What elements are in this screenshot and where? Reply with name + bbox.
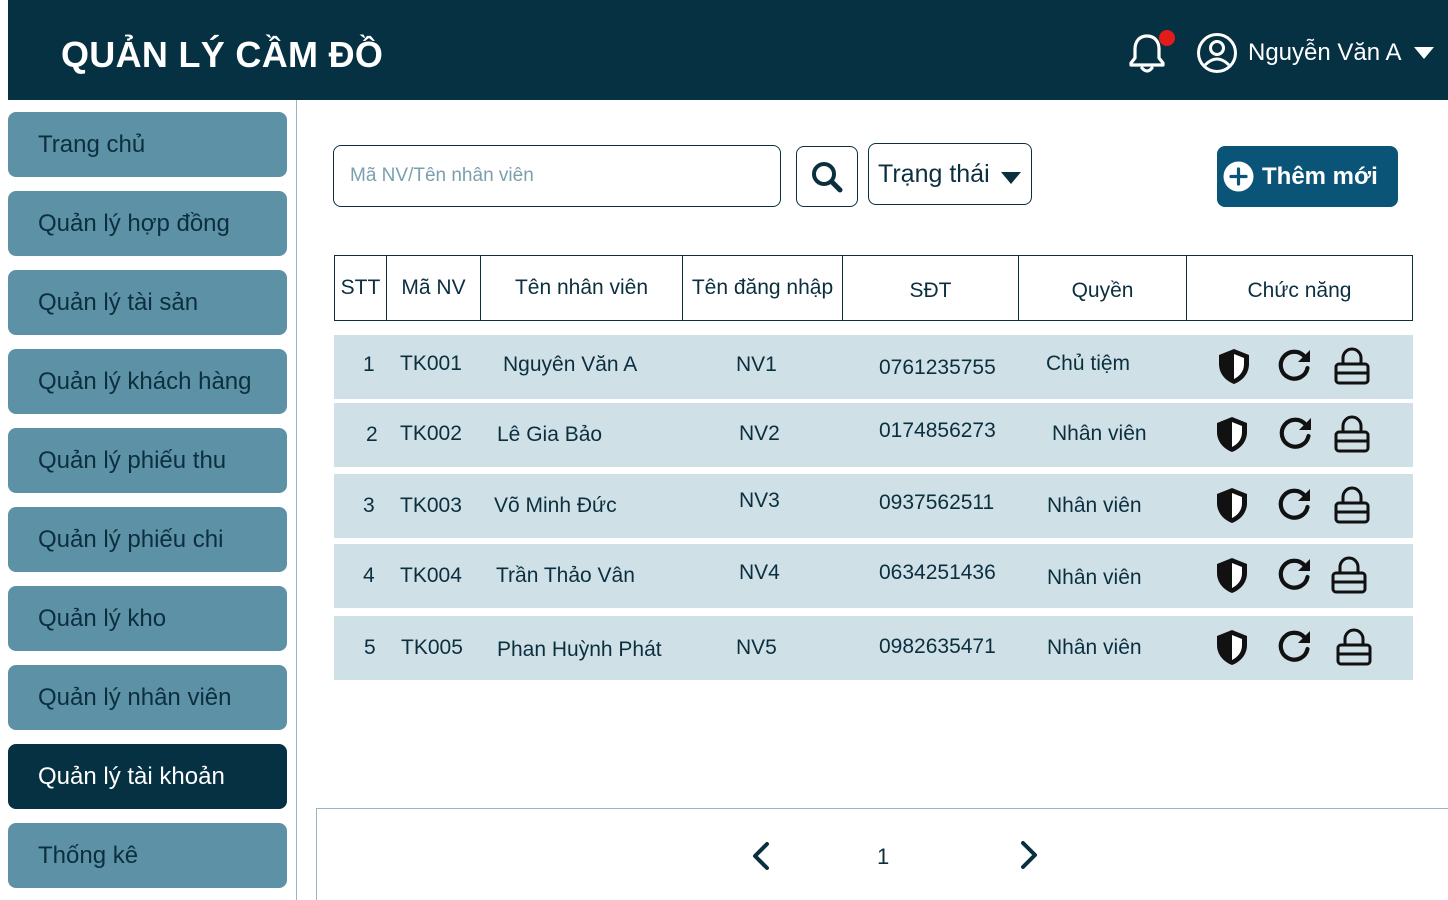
cell-stt: 5 xyxy=(364,636,376,659)
cell-phone: 0761235755 xyxy=(879,356,996,379)
column-header-code: Mã NV xyxy=(401,276,466,299)
notification-dot xyxy=(1159,30,1175,46)
cell-phone: 0634251436 xyxy=(879,561,996,584)
lock-icon[interactable] xyxy=(1332,346,1372,386)
shield-icon[interactable] xyxy=(1212,627,1252,667)
refresh-icon[interactable] xyxy=(1274,627,1314,667)
sidebar-item[interactable]: Quản lý nhân viên xyxy=(8,665,287,730)
chevron-left-icon[interactable] xyxy=(747,839,777,873)
cell-phone: 0937562511 xyxy=(879,491,995,514)
table-row: 1 TK001 Nguyên Văn A NV1 0761235755 Chủ tiệm xyxy=(334,335,1413,399)
search-input[interactable] xyxy=(333,145,781,207)
shield-icon[interactable] xyxy=(1214,346,1254,386)
pagination: 1 xyxy=(316,808,1448,900)
cell-username: NV5 xyxy=(736,636,777,659)
cell-username: NV1 xyxy=(736,353,777,376)
cell-code: TK004 xyxy=(400,564,462,587)
cell-role: Nhân viên xyxy=(1052,422,1147,445)
table-row: 5 TK005 Phan Huỳnh Phát NV5 0982635471 Nhân v… xyxy=(334,616,1413,680)
sidebar-item[interactable]: Quản lý kho xyxy=(8,586,287,651)
cell-code: TK003 xyxy=(400,494,462,517)
user-avatar-icon xyxy=(1197,33,1237,73)
add-new-button[interactable]: Thêm mới xyxy=(1217,146,1398,207)
cell-code: TK002 xyxy=(400,422,462,445)
status-filter-label: Trạng thái xyxy=(878,159,990,188)
column-header-role: Quyền xyxy=(1071,279,1134,302)
lock-icon[interactable] xyxy=(1329,555,1369,595)
cell-phone: 0174856273 xyxy=(879,419,996,442)
sidebar-item[interactable]: Quản lý tài khoản xyxy=(8,744,287,809)
lock-icon[interactable] xyxy=(1332,414,1372,454)
cell-phone: 0982635471 xyxy=(879,635,996,658)
page-number[interactable]: 1 xyxy=(877,844,889,870)
table-header: STT Mã NV Tên nhân viên Tên đăng nhập SĐ… xyxy=(334,255,1413,321)
cell-role: Nhân viên xyxy=(1047,494,1142,517)
shield-icon[interactable] xyxy=(1212,414,1252,454)
sidebar-item[interactable]: Quản lý phiếu thu xyxy=(8,428,287,493)
refresh-icon[interactable] xyxy=(1274,485,1314,525)
cell-name: Nguyên Văn A xyxy=(503,353,638,376)
user-name: Nguyễn Văn A xyxy=(1248,39,1402,66)
plus-circle-icon xyxy=(1223,161,1254,192)
sidebar-item[interactable]: Quản lý tài sản xyxy=(8,270,287,335)
cell-code: TK005 xyxy=(401,636,463,659)
sidebar-item[interactable]: Quản lý khách hàng xyxy=(8,349,287,414)
cell-stt: 2 xyxy=(366,423,378,446)
column-header-username: Tên đăng nhập xyxy=(691,276,834,299)
column-header-actions: Chức năng xyxy=(1247,279,1352,302)
cell-stt: 3 xyxy=(363,494,375,517)
cell-username: NV4 xyxy=(739,561,780,584)
cell-stt: 4 xyxy=(363,564,375,587)
sidebar-divider xyxy=(296,100,297,900)
search-icon xyxy=(812,161,843,192)
table-row: 2 TK002 Lê Gia Bảo NV2 0174856273 Nhân viên xyxy=(334,403,1413,467)
chevron-right-icon[interactable] xyxy=(1013,838,1043,872)
table-row: 4 TK004 Trần Thảo Vân NV4 0634251436 Nhân viê… xyxy=(334,544,1413,608)
cell-role: Nhân viên xyxy=(1047,636,1142,659)
status-filter-dropdown[interactable]: Trạng thái xyxy=(868,143,1032,205)
refresh-icon[interactable] xyxy=(1274,555,1314,595)
column-header-name: Tên nhân viên xyxy=(514,276,649,299)
sidebar-item[interactable]: Quản lý hợp đồng xyxy=(8,191,287,256)
cell-code: TK001 xyxy=(400,352,462,375)
cell-role: Chủ tiệm xyxy=(1046,352,1131,375)
refresh-icon[interactable] xyxy=(1274,346,1314,386)
cell-name: Trần Thảo Vân xyxy=(496,564,635,587)
user-menu[interactable]: Nguyễn Văn A xyxy=(1196,30,1435,76)
cell-name: Phan Huỳnh Phát xyxy=(497,638,662,661)
cell-username: NV2 xyxy=(739,422,780,445)
search-button[interactable] xyxy=(796,146,858,207)
sidebar-item[interactable]: Trang chủ xyxy=(8,112,287,177)
app-title: QUẢN LÝ CẦM ĐỒ xyxy=(61,34,384,75)
cell-name: Võ Minh Đức xyxy=(494,494,617,517)
sidebar-item[interactable]: Quản lý phiếu chi xyxy=(8,507,287,572)
lock-icon[interactable] xyxy=(1332,485,1372,525)
cell-username: NV3 xyxy=(739,489,780,512)
shield-icon[interactable] xyxy=(1212,555,1252,595)
add-new-label: Thêm mới xyxy=(1262,162,1378,190)
chevron-down-icon xyxy=(1414,47,1435,59)
column-header-phone: SĐT xyxy=(909,279,952,302)
sidebar-item[interactable]: Thống kê xyxy=(8,823,287,888)
lock-icon[interactable] xyxy=(1334,627,1374,667)
cell-role: Nhân viên xyxy=(1047,566,1142,589)
shield-icon[interactable] xyxy=(1212,485,1252,525)
cell-name: Lê Gia Bảo xyxy=(497,423,603,446)
column-header-stt: STT xyxy=(340,276,381,299)
chevron-down-icon xyxy=(1001,172,1021,184)
table-row: 3 TK003 Võ Minh Đức NV3 0937562511 Nhân viên xyxy=(334,474,1413,538)
cell-stt: 1 xyxy=(363,353,375,376)
refresh-icon[interactable] xyxy=(1275,414,1315,454)
